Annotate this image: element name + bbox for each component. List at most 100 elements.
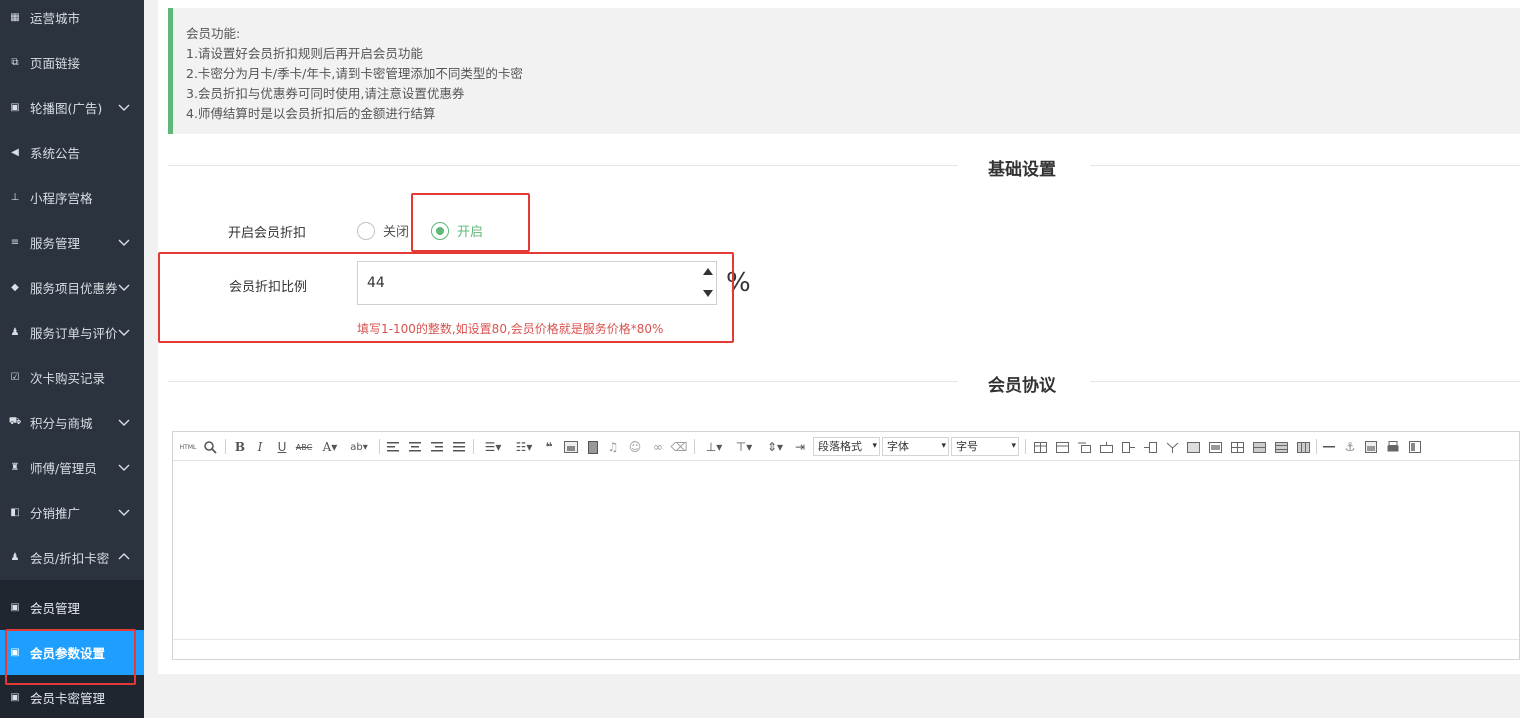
font-color-icon[interactable]: A▾ bbox=[318, 439, 342, 455]
number-spinner bbox=[698, 262, 716, 304]
align-center-icon[interactable] bbox=[408, 439, 422, 455]
image-icon: ▣ bbox=[10, 102, 20, 113]
image-icon[interactable] bbox=[563, 439, 579, 455]
notice-line: 3.会员折扣与优惠券可同时使用,请注意设置优惠券 bbox=[186, 86, 465, 101]
merge-cells-icon[interactable] bbox=[1185, 439, 1201, 455]
sidebar-item-label: 页面链接 bbox=[30, 56, 81, 71]
sidebar-item[interactable]: ◆ 服务项目优惠券 bbox=[0, 265, 144, 310]
font-size-select[interactable]: 字号 bbox=[951, 437, 1019, 456]
chevron-down-icon bbox=[118, 419, 130, 426]
sidebar-item[interactable]: ♜ 师傅/管理员 bbox=[0, 445, 144, 490]
split-rows-icon[interactable] bbox=[1251, 439, 1267, 455]
paragraph-format-select[interactable]: 段落格式 bbox=[813, 437, 880, 456]
sidebar-item[interactable]: ◧ 分销推广 bbox=[0, 490, 144, 535]
split-cell-icon[interactable] bbox=[1164, 439, 1180, 455]
sidebar-item[interactable]: ⧉ 页面链接 bbox=[0, 40, 144, 85]
sidebar-item[interactable]: ▦ 运营城市 bbox=[0, 0, 144, 40]
print-icon[interactable] bbox=[1386, 439, 1400, 455]
template-icon[interactable] bbox=[1408, 439, 1422, 455]
italic-icon[interactable]: I bbox=[254, 439, 266, 455]
sidebar-subitem-active[interactable]: ▣ 会员参数设置 bbox=[0, 630, 144, 675]
horizontal-rule-icon[interactable] bbox=[1322, 439, 1336, 455]
preview-icon[interactable] bbox=[202, 439, 218, 455]
align-justify-icon[interactable] bbox=[452, 439, 466, 455]
chevron-down-icon bbox=[118, 329, 130, 336]
radio-off[interactable]: 关闭 bbox=[357, 221, 409, 240]
table-grid-icon[interactable] bbox=[1295, 439, 1311, 455]
chevron-down-icon bbox=[118, 104, 130, 111]
divider bbox=[1090, 165, 1520, 166]
line-height-icon[interactable]: ⊥▾ bbox=[701, 439, 727, 455]
sidebar-item-label: 服务项目优惠券 bbox=[30, 281, 118, 296]
spacing-icon[interactable]: ⇕▾ bbox=[762, 439, 788, 455]
bold-icon[interactable]: B bbox=[234, 439, 246, 455]
chevron-down-icon bbox=[118, 464, 130, 471]
sidebar-item-label: 分销推广 bbox=[30, 506, 81, 521]
row-spacing-icon[interactable]: ⊤▾ bbox=[731, 439, 757, 455]
notice-line: 4.师傅结算时是以会员折扣后的金额进行结算 bbox=[186, 106, 436, 121]
sidebar-item[interactable]: ☑ 次卡购买记录 bbox=[0, 355, 144, 400]
chevron-down-icon bbox=[118, 509, 130, 516]
notice-line: 1.请设置好会员折扣规则后再开启会员功能 bbox=[186, 46, 423, 61]
notice-line: 2.卡密分为月卡/季卡/年卡,请到卡密管理添加不同类型的卡密 bbox=[186, 66, 523, 81]
sidebar-item[interactable]: ⛟ 积分与商城 bbox=[0, 400, 144, 445]
html-source-button[interactable]: HTML bbox=[178, 439, 198, 455]
merge-down-icon[interactable] bbox=[1229, 439, 1245, 455]
date-icon[interactable] bbox=[1364, 439, 1378, 455]
emoji-icon[interactable]: ☺ bbox=[628, 439, 642, 455]
image-icon: ▣ bbox=[10, 647, 20, 658]
spin-up-icon[interactable] bbox=[703, 268, 713, 275]
align-right-icon[interactable] bbox=[430, 439, 444, 455]
user-icon: ♟ bbox=[10, 552, 20, 563]
sidebar-item-label: 小程序宫格 bbox=[30, 191, 93, 206]
insert-col-icon[interactable] bbox=[1120, 439, 1136, 455]
sidebar-item[interactable]: ◀ 系统公告 bbox=[0, 130, 144, 175]
indent-icon[interactable]: ⇥ bbox=[793, 439, 807, 455]
sidebar-item[interactable]: ≡ 服务管理 bbox=[0, 220, 144, 265]
highlight-icon[interactable]: ab▾ bbox=[346, 439, 372, 455]
sidebar-item[interactable]: ⊥ 小程序宫格 bbox=[0, 175, 144, 220]
sidebar-item[interactable]: ▣ 轮播图(广告) bbox=[0, 85, 144, 130]
tag-icon: ◆ bbox=[11, 282, 19, 293]
table-caption-icon[interactable] bbox=[1076, 439, 1092, 455]
insert-row-icon[interactable] bbox=[1098, 439, 1114, 455]
link-icon[interactable]: ∞ bbox=[650, 439, 666, 455]
sidebar-subitem[interactable]: ▣ 会员管理 bbox=[0, 585, 144, 630]
unordered-list-icon[interactable]: ☷▾ bbox=[511, 439, 537, 455]
enable-discount-label: 开启会员折扣 bbox=[228, 226, 307, 241]
sidebar-item-label: 服务订单与评价 bbox=[30, 326, 118, 341]
chevron-up-icon bbox=[118, 553, 130, 560]
eraser-icon[interactable]: ⌫ bbox=[671, 439, 688, 455]
video-icon[interactable] bbox=[586, 439, 600, 455]
list-icon: ≡ bbox=[10, 237, 20, 248]
strikethrough-icon[interactable]: ABC bbox=[295, 439, 313, 455]
table-props-icon[interactable] bbox=[1054, 439, 1070, 455]
image-icon: ▣ bbox=[10, 602, 20, 613]
discount-ratio-value: 44 bbox=[367, 275, 385, 291]
sidebar-subitem[interactable]: ▣ 会员卡密管理 bbox=[0, 675, 144, 718]
chevron-down-icon bbox=[118, 239, 130, 246]
split-cols-icon[interactable] bbox=[1273, 439, 1289, 455]
sidebar-item[interactable]: ♟ 服务订单与评价 bbox=[0, 310, 144, 355]
blockquote-icon[interactable]: ❝ bbox=[542, 439, 556, 455]
merge-right-icon[interactable] bbox=[1207, 439, 1223, 455]
music-icon[interactable]: ♫ bbox=[606, 439, 620, 455]
divider bbox=[1090, 381, 1520, 382]
discount-ratio-input[interactable]: 44 bbox=[357, 261, 717, 305]
sidebar-subitem-label: 会员参数设置 bbox=[30, 646, 106, 661]
ordered-list-icon[interactable]: ☰▾ bbox=[480, 439, 506, 455]
spin-down-icon[interactable] bbox=[703, 290, 713, 297]
editor-body[interactable] bbox=[173, 461, 1519, 640]
sidebar-item[interactable]: ♟ 会员/折扣卡密 bbox=[0, 535, 144, 580]
radio-on[interactable]: 开启 bbox=[431, 221, 483, 240]
underline-icon[interactable]: U bbox=[276, 439, 288, 455]
delete-col-icon[interactable] bbox=[1142, 439, 1158, 455]
align-left-icon[interactable] bbox=[386, 439, 400, 455]
font-family-select[interactable]: 字体 bbox=[882, 437, 949, 456]
notice-box: 会员功能: 1.请设置好会员折扣规则后再开启会员功能 2.卡密分为月卡/季卡/年… bbox=[168, 8, 1520, 134]
discount-hint: 填写1-100的整数,如设置80,会员价格就是服务价格*80% bbox=[357, 322, 664, 336]
sidebar-subitem-label: 会员卡密管理 bbox=[30, 691, 106, 706]
insert-table-icon[interactable] bbox=[1032, 439, 1048, 455]
checkbox-icon: ☑ bbox=[10, 372, 20, 383]
anchor-icon[interactable]: ⚓ bbox=[1343, 439, 1357, 455]
